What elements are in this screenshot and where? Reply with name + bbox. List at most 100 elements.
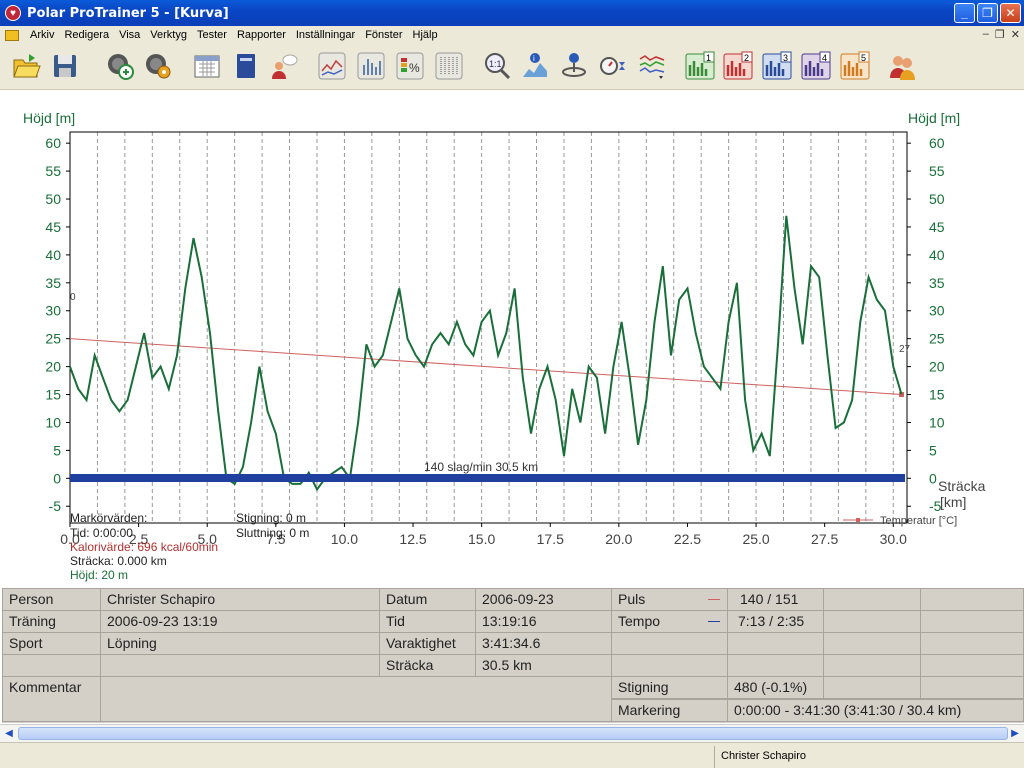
scroll-thumb[interactable] <box>18 727 1008 740</box>
folder-menu-icon[interactable] <box>5 29 19 41</box>
zone-5-button[interactable]: 5 <box>839 50 871 82</box>
puls-value: 140 / 151 <box>727 588 824 611</box>
sync-button[interactable] <box>104 50 136 82</box>
curve-view-icon <box>318 52 346 80</box>
percent-view-button[interactable]: % <box>394 50 426 82</box>
bar-view-button[interactable] <box>355 50 387 82</box>
kommentar-field[interactable] <box>100 676 612 722</box>
empty-value-cell <box>100 654 380 677</box>
x-axis-label-line2: [km] <box>940 494 966 510</box>
sport-label: Sport <box>2 632 101 655</box>
stopwatch-button[interactable] <box>597 50 629 82</box>
open-folder-button[interactable] <box>10 50 42 82</box>
horizontal-scrollbar[interactable]: ◀ ▶ <box>0 724 1024 742</box>
empty-cell-d <box>920 632 1024 655</box>
info-marker-button[interactable]: i <box>519 50 551 82</box>
zone-4-label: 4 <box>822 53 827 63</box>
x-tick-label: 22.5 <box>674 531 701 547</box>
settings-button[interactable] <box>142 50 174 82</box>
scroll-left-button[interactable]: ◀ <box>1 726 17 741</box>
puls-label-text: Puls <box>618 591 646 607</box>
menu-arkiv[interactable]: Arkiv <box>25 29 59 41</box>
zoom-button[interactable]: 1:1 <box>481 50 513 82</box>
marker-sluttning: Sluttning: 0 m <box>236 526 310 540</box>
polar-app-icon[interactable]: ♥ <box>5 5 21 21</box>
empty-cell-a <box>611 632 728 655</box>
mdi-close-icon[interactable]: ✕ <box>1011 28 1020 41</box>
scroll-right-button[interactable]: ▶ <box>1007 726 1023 741</box>
altitude-chart[interactable]: 605550454035302520151050-5 6055504540353… <box>0 90 1024 588</box>
marker-stigning: Stigning: 0 m <box>236 511 307 525</box>
x-tick-label: 10.0 <box>331 531 358 547</box>
maximize-button[interactable]: ❐ <box>977 3 998 23</box>
menu-visa[interactable]: Visa <box>114 29 145 41</box>
y-tick-label-left: 60 <box>45 135 61 151</box>
toolbar: % 1:1 i 1 2 3 4 5 <box>0 44 1024 90</box>
calendar-button[interactable] <box>191 50 223 82</box>
menu-bar: Arkiv Redigera Visa Verktyg Tester Rappo… <box>0 26 1024 44</box>
menu-hjalp[interactable]: Hjälp <box>408 29 443 41</box>
y-axis-label-left: Höjd [m] <box>23 110 75 126</box>
y-tick-label-right: 40 <box>929 247 945 263</box>
empty-cell-g <box>823 654 921 677</box>
cursor-button[interactable] <box>558 50 590 82</box>
y-tick-label-left: 45 <box>45 219 61 235</box>
menu-installningar[interactable]: Inställningar <box>291 29 360 41</box>
window-titlebar[interactable]: ♥ Polar ProTrainer 5 - [Kurva] _ ❐ ✕ <box>0 0 1024 26</box>
table-view-button[interactable] <box>433 50 465 82</box>
users-button[interactable] <box>886 50 918 82</box>
mdi-restore-icon[interactable]: ❐ <box>995 28 1005 41</box>
status-user: Christer Schapiro <box>714 746 1024 768</box>
zone-1-button[interactable]: 1 <box>684 50 716 82</box>
traning-value[interactable]: 2006-09-23 13:19 <box>100 610 380 633</box>
x-tick-label: 20.0 <box>605 531 632 547</box>
multi-curve-button[interactable] <box>636 50 668 82</box>
puls-label: Puls <box>611 588 728 611</box>
svg-text:i: i <box>533 54 535 63</box>
menu-redigera[interactable]: Redigera <box>59 29 114 41</box>
tempo-label: Tempo <box>611 610 728 633</box>
multi-curve-icon <box>639 55 665 79</box>
person-label: Person <box>2 588 101 611</box>
menu-fonster[interactable]: Fönster <box>360 29 407 41</box>
zone-1-icon: 1 <box>685 51 715 80</box>
y-tick-label-right: 55 <box>929 163 945 179</box>
minimize-button[interactable]: _ <box>954 3 975 23</box>
tempo-extra-cell <box>823 610 921 633</box>
menu-rapporter[interactable]: Rapporter <box>232 29 291 41</box>
tempo-legend-line <box>708 621 720 622</box>
y-tick-label-right: 20 <box>929 359 945 375</box>
zoom-icon: 1:1 <box>485 53 511 80</box>
y-tick-label-right: 0 <box>929 470 937 486</box>
save-icon <box>54 55 76 77</box>
y-tick-label-right: 25 <box>929 331 945 347</box>
close-button[interactable]: ✕ <box>1000 3 1021 23</box>
zone-4-button[interactable]: 4 <box>800 50 832 82</box>
curve-view-button[interactable] <box>316 50 348 82</box>
menu-verktyg[interactable]: Verktyg <box>145 29 192 41</box>
stigning-extra-cell <box>823 676 921 699</box>
x-axis-label-line1: Sträcka <box>938 478 986 494</box>
empty-cell-h <box>920 654 1024 677</box>
calendar-icon <box>194 55 220 78</box>
menu-tester[interactable]: Tester <box>192 29 232 41</box>
save-button[interactable] <box>49 50 81 82</box>
sport-value[interactable]: Löpning <box>100 632 380 655</box>
person-button[interactable] <box>268 50 300 82</box>
tempo-label-text: Tempo <box>618 613 661 629</box>
marker-hojd: Höjd: 20 m <box>70 568 129 582</box>
diary-button[interactable] <box>230 50 262 82</box>
y-tick-label-left: 10 <box>45 414 61 430</box>
person-value[interactable]: Christer Schapiro <box>100 588 380 611</box>
y-tick-label-left: 40 <box>45 247 61 263</box>
puls-legend-line <box>708 599 720 600</box>
empty-cell-c <box>823 632 921 655</box>
mdi-minimize-icon[interactable]: – <box>983 28 989 41</box>
bar-view-icon <box>357 52 385 80</box>
svg-text:%: % <box>409 61 420 75</box>
status-bar: Christer Schapiro <box>0 742 1024 768</box>
zone-3-button[interactable]: 3 <box>761 50 793 82</box>
x-tick-label: 12.5 <box>399 531 426 547</box>
zone-2-button[interactable]: 2 <box>722 50 754 82</box>
open-folder-icon <box>13 54 41 78</box>
